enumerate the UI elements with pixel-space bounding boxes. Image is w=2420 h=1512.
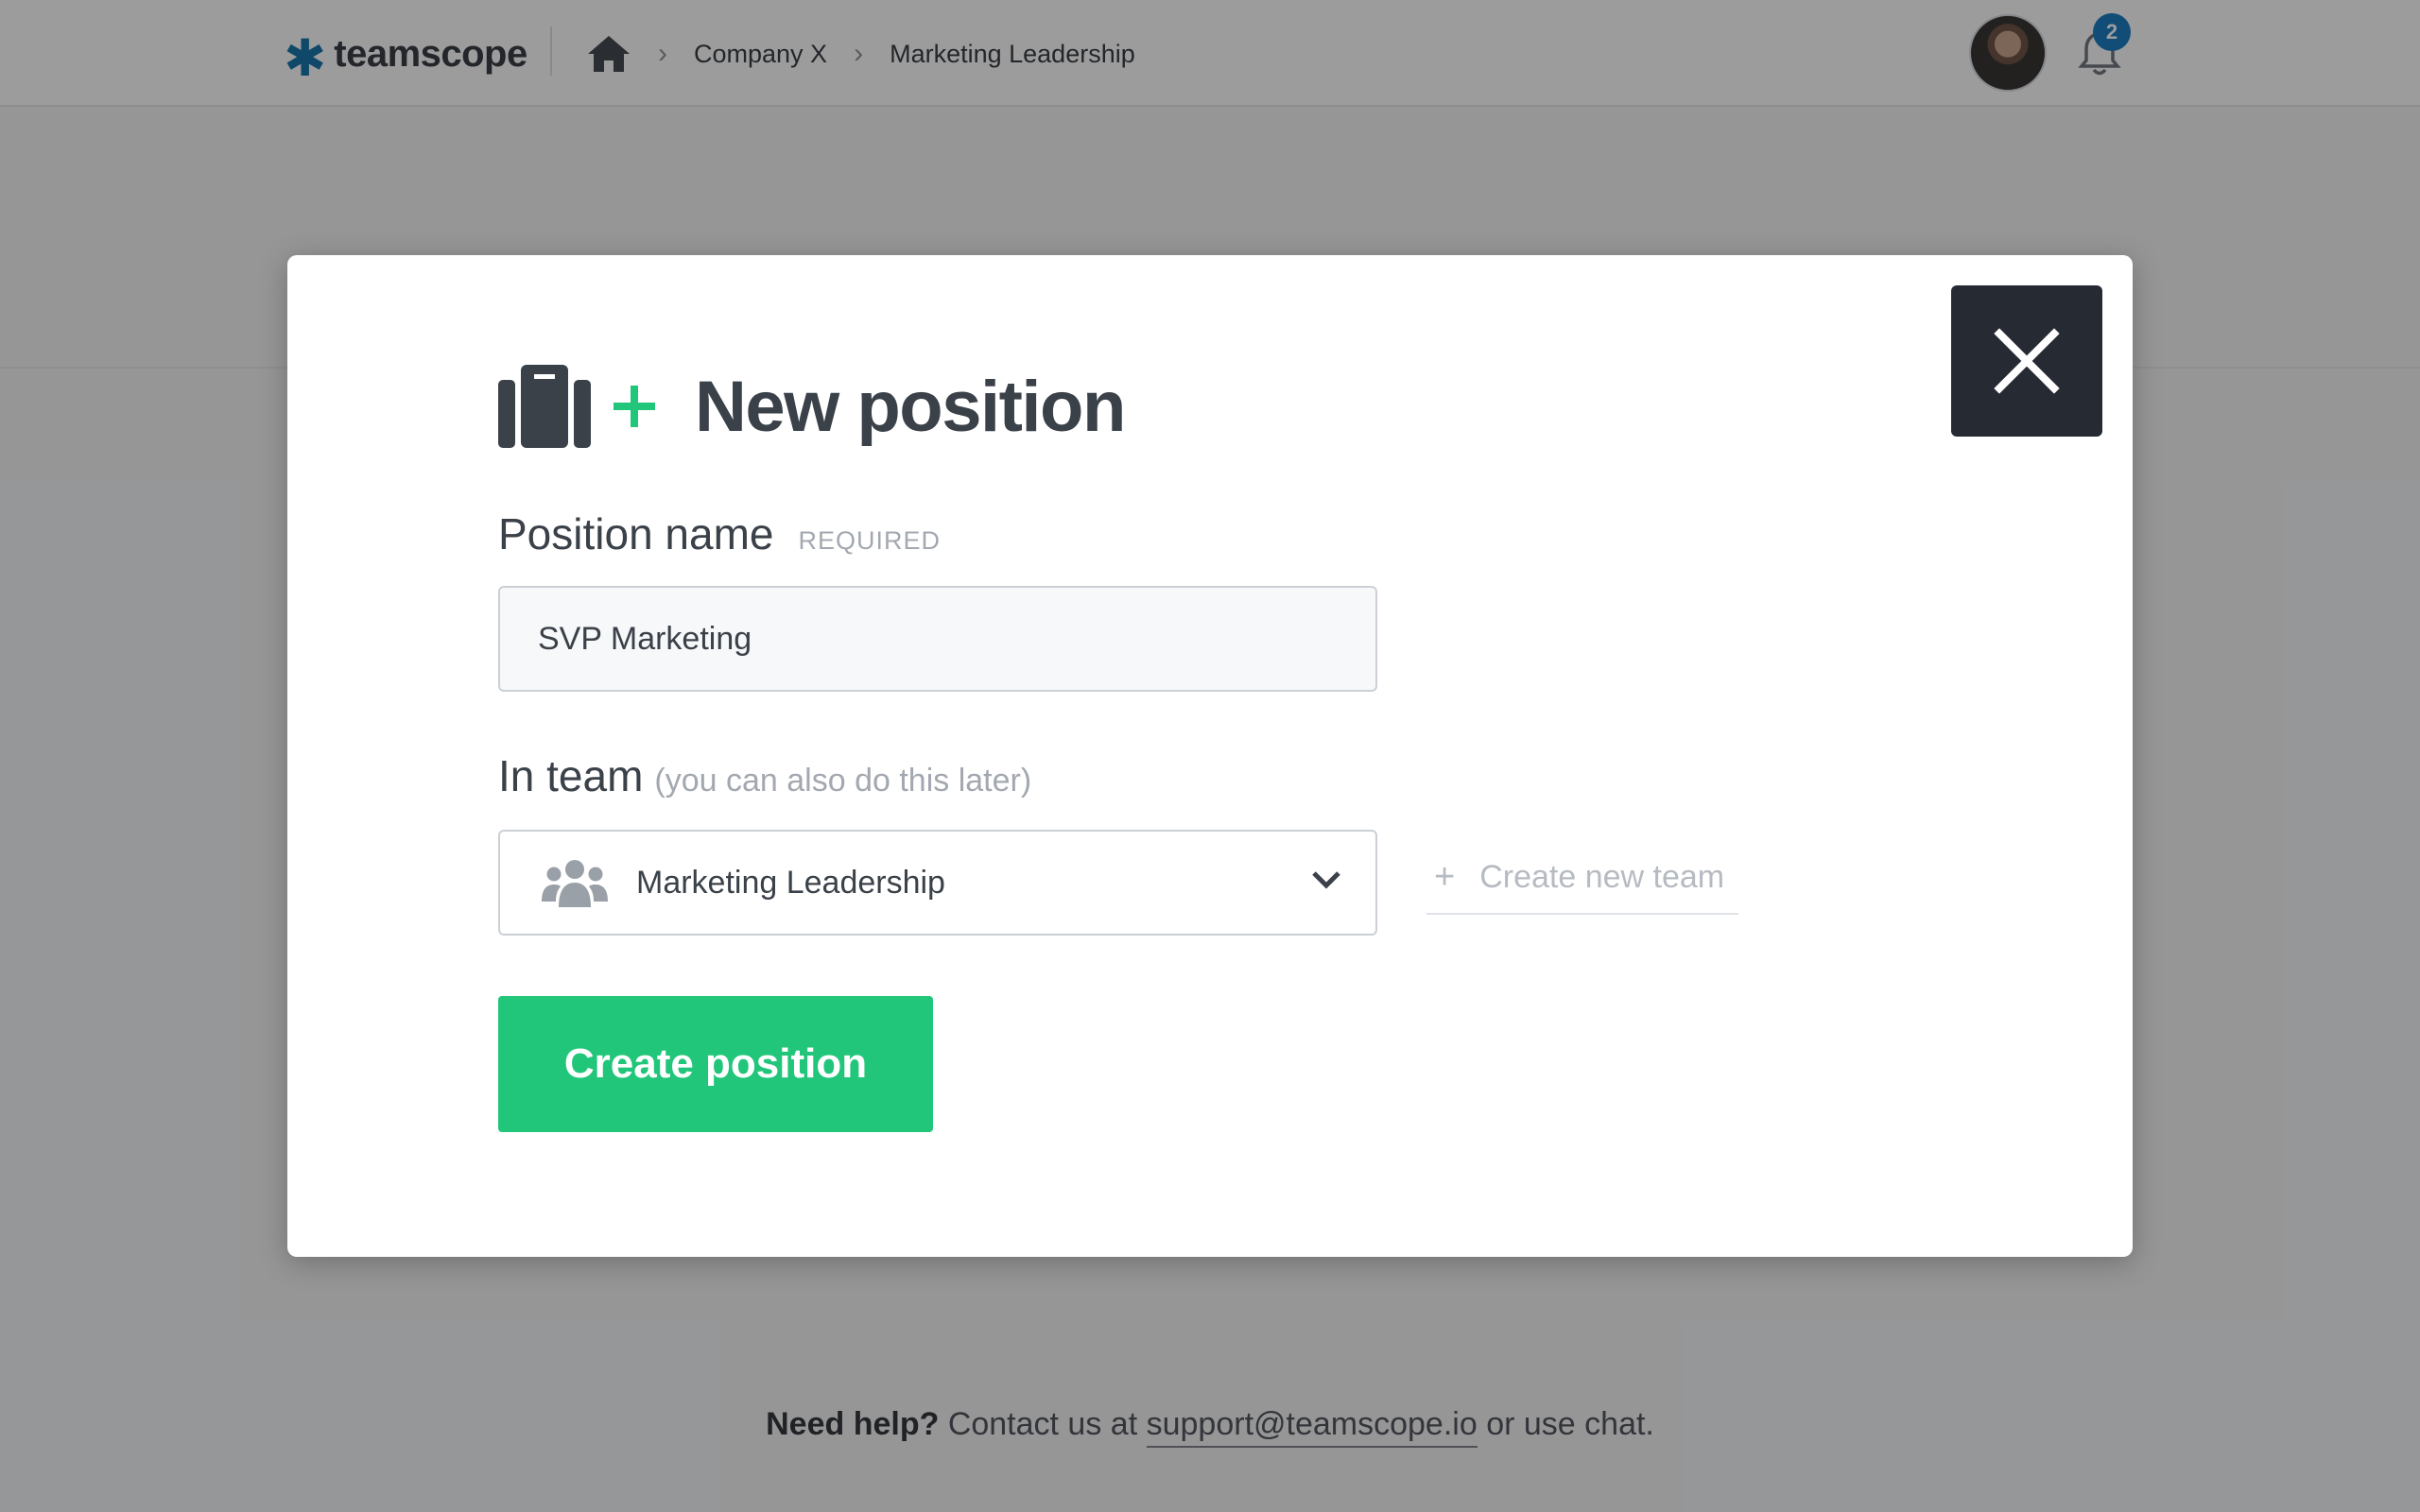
users-icon	[542, 860, 608, 907]
team-select-value: Marketing Leadership	[636, 864, 945, 901]
close-icon	[1994, 328, 2060, 394]
team-select[interactable]: Marketing Leadership	[498, 830, 1377, 936]
plus-icon: +	[1434, 857, 1456, 897]
new-position-modal: New position Position name REQUIRED In t…	[287, 255, 2133, 1257]
modal-header: New position	[498, 359, 1126, 454]
position-name-label: Position name	[498, 509, 774, 558]
team-label: In team	[498, 751, 644, 800]
create-new-team-label: Create new team	[1479, 858, 1725, 895]
position-name-input[interactable]	[498, 586, 1377, 692]
briefcase-icon	[498, 365, 591, 448]
chevron-down-icon	[1312, 871, 1340, 889]
modal-title: New position	[695, 366, 1126, 447]
create-position-button[interactable]: Create position	[498, 996, 933, 1132]
position-name-label-row: Position name REQUIRED	[498, 508, 941, 559]
create-new-team-link[interactable]: + Create new team	[1426, 841, 1738, 915]
required-tag: REQUIRED	[798, 526, 942, 555]
team-label-row: In team (you can also do this later)	[498, 750, 1031, 801]
team-hint: (you can also do this later)	[654, 763, 1032, 799]
close-button[interactable]	[1951, 285, 2102, 437]
plus-icon	[614, 386, 655, 427]
